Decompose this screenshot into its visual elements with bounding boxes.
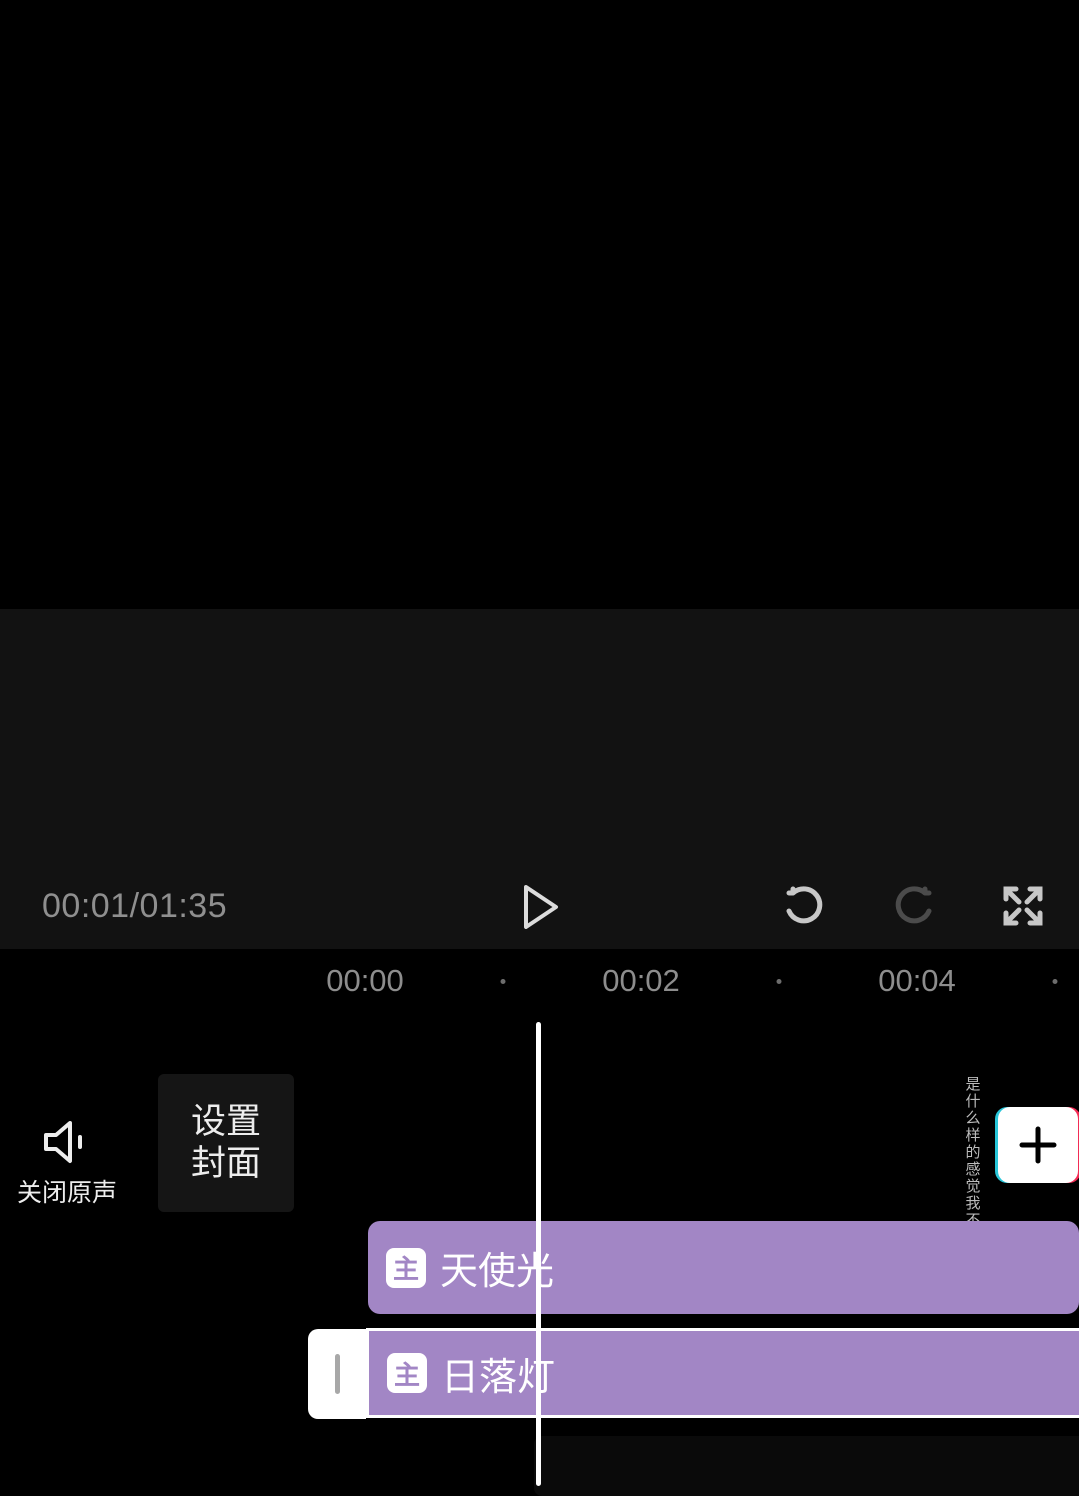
undo-button[interactable] <box>783 885 825 932</box>
redo-button[interactable] <box>893 885 935 932</box>
cover-label-line1: 设置 <box>191 1101 261 1143</box>
set-cover-button[interactable]: 设置 封面 <box>158 1074 294 1212</box>
effect-track-2[interactable]: 主 日落灯 <box>366 1328 1079 1418</box>
empty-track[interactable] <box>534 1436 1079 1496</box>
time-display: 00:01/01:35 <box>42 887 227 926</box>
ruler-tick: 00:00 <box>326 963 404 999</box>
ruler-tick: 00:04 <box>878 963 956 999</box>
time-ruler[interactable]: 00:00 00:02 00:04 <box>0 963 1079 1009</box>
total-time-label: 01:35 <box>140 887 228 926</box>
cover-label-line2: 封面 <box>191 1143 261 1185</box>
playback-controls-bar: 00:01/01:35 <box>0 609 1079 949</box>
fullscreen-button[interactable] <box>1002 885 1044 932</box>
mute-label: 关闭原声 <box>17 1173 112 1209</box>
effect-track-1[interactable]: 主 天使光 <box>368 1221 1079 1314</box>
ruler-dot <box>1053 979 1058 984</box>
timeline-panel[interactable]: 00:00 00:02 00:04 关闭原声 设置 封面 是 什 么 样 的 感… <box>0 949 1079 1486</box>
effect-badge-icon: 主 <box>387 1353 427 1393</box>
playhead-indicator[interactable] <box>536 1022 541 1486</box>
current-time-label: 00:01 <box>42 887 130 926</box>
plus-icon <box>1014 1121 1062 1169</box>
ruler-dot <box>501 979 506 984</box>
add-clip-button[interactable] <box>998 1107 1078 1183</box>
play-button[interactable] <box>522 885 560 934</box>
clip-thumbnail-text: 是 什 么 样 的 感 觉 我 不 <box>957 1076 989 1210</box>
track-left-trim-handle[interactable] <box>308 1329 366 1419</box>
video-clip-track[interactable]: 是 什 么 样 的 感 觉 我 不 <box>367 1074 1079 1212</box>
ruler-dot <box>777 979 782 984</box>
effect-badge-icon: 主 <box>386 1248 426 1288</box>
undo-icon <box>783 885 825 927</box>
time-separator: / <box>130 887 140 926</box>
mute-original-sound-button[interactable]: 关闭原声 <box>17 1119 112 1209</box>
ruler-tick: 00:02 <box>602 963 680 999</box>
video-preview[interactable] <box>0 4 1079 609</box>
fullscreen-icon <box>1002 885 1044 927</box>
play-icon <box>522 885 560 929</box>
redo-icon <box>893 885 935 927</box>
speaker-icon <box>42 1119 88 1165</box>
